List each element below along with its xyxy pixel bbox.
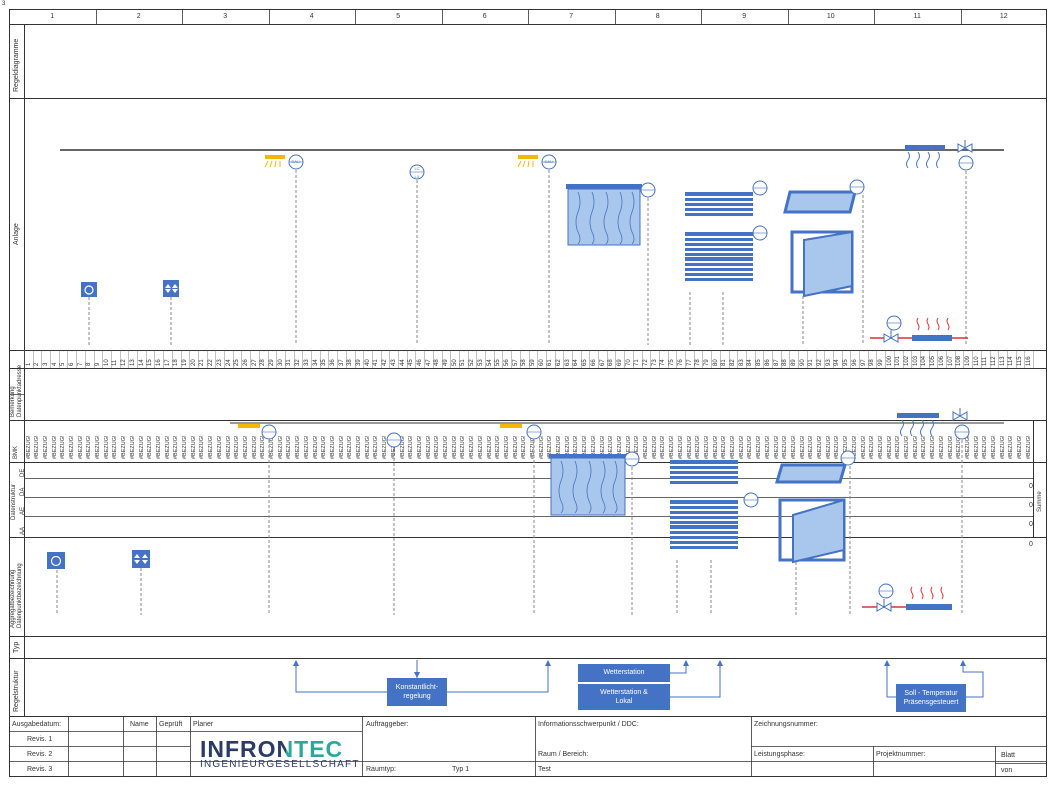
planer-label: Planer (193, 721, 214, 728)
curtain-icon (567, 188, 641, 246)
blind-icon (685, 232, 753, 256)
svg-text:LC: LC (414, 166, 419, 171)
svg-text:LX: LX (415, 174, 420, 179)
motor-sensor-icon (640, 182, 656, 198)
blind-icon (685, 192, 753, 216)
equipment-drawings: DALI LC LX DALI (9, 139, 1047, 777)
auftraggeber-label: Auftraggeber: (366, 721, 409, 728)
blind-sensor-icon (752, 180, 768, 196)
raumtyp-value: Typ 1 (452, 766, 470, 773)
projektnummer-label: Projektnummer: (876, 751, 926, 758)
window-sensor-icon (849, 179, 865, 195)
geprueft-label: Geprüft (159, 721, 183, 728)
von-label: von (1001, 767, 1013, 774)
heater-icon (912, 335, 952, 341)
zeichnungsnummer-label: Zeichnungsnummer: (754, 721, 818, 728)
lamp-icon (264, 154, 286, 168)
lamp-icon (517, 154, 539, 168)
name-label: Name (130, 721, 149, 728)
leistungsphase-label: Leistungsphase: (754, 751, 805, 758)
updown-switch-icon (163, 280, 179, 297)
wetterstation-lokal-box: Wetterstation & Lokal (578, 684, 670, 710)
revis2-label: Revis. 2 (27, 751, 53, 758)
blind-sensor-icon (752, 225, 768, 241)
raum-bereich-value: Test (538, 766, 551, 773)
blatt-label: Blatt (1001, 752, 1016, 759)
heater-sensor-icon (886, 315, 902, 331)
wetterstation-box: Wetterstation (578, 664, 670, 682)
soll-temperatur-box: Soll - Temperatur Präsensgesteuert (896, 684, 966, 712)
revis1-label: Revis. 1 (27, 736, 53, 743)
ausgabedatum-label: Ausgabedatum: (12, 721, 62, 728)
presence-button-icon (81, 282, 97, 297)
informationsschwerpunkt-label: Informationsschwerpunkt / DDC: (538, 721, 639, 728)
blind-icon (685, 257, 753, 281)
valve-icon (883, 329, 899, 343)
konstantlicht-regelung-box: Konstantlicht- regelung (387, 678, 447, 706)
raum-bereich-label: Raum / Bereich: (538, 751, 589, 758)
dali-label: DALI (292, 159, 301, 164)
revis3-label: Revis. 3 (27, 766, 53, 773)
raumtyp-label: Raumtyp: (366, 766, 396, 773)
cooling-register-icon (905, 145, 945, 150)
svg-text:DALI: DALI (545, 159, 554, 164)
window-tilt-icon (783, 190, 857, 214)
valve-sensor-icon (958, 155, 974, 171)
curtain-rail (566, 184, 642, 189)
logo-subtitle: INGENIEURGESELLSCHAFT (200, 759, 360, 770)
